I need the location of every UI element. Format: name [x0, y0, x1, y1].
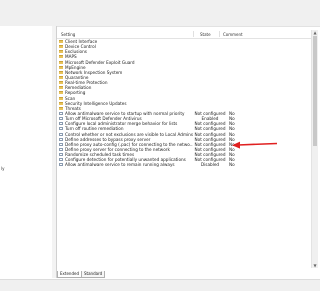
- navigation-tree-pane[interactable]: ly: [0, 26, 53, 278]
- policy-setting-icon: [59, 117, 63, 121]
- column-header-comment[interactable]: Comment: [223, 32, 243, 37]
- column-separator[interactable]: [193, 31, 194, 37]
- view-tabs: Extended Standard: [57, 271, 106, 278]
- scroll-up-icon[interactable]: ▲: [313, 30, 317, 35]
- policy-row[interactable]: Allow antimalware service to remain runn…: [57, 162, 311, 167]
- policy-setting-icon: [59, 111, 63, 115]
- scroll-down-icon[interactable]: ▼: [313, 263, 317, 268]
- policy-setting-icon: [59, 137, 63, 141]
- policy-setting-icon: [59, 142, 63, 146]
- column-header-setting[interactable]: Setting: [61, 32, 75, 37]
- folder-icon: [59, 65, 63, 69]
- folder-icon: [59, 50, 63, 54]
- status-bar: [0, 279, 320, 291]
- column-header-state[interactable]: State: [200, 32, 211, 37]
- setting-state: Disabled: [200, 162, 220, 168]
- policy-setting-icon: [59, 153, 63, 157]
- folder-icon: [59, 55, 63, 59]
- folder-icon: [59, 96, 63, 100]
- folder-icon: [59, 45, 63, 49]
- arrow-head: [232, 141, 240, 149]
- policy-setting-icon: [59, 158, 63, 162]
- arrow-shaft: [237, 142, 278, 146]
- folder-icon: [59, 70, 63, 74]
- policy-setting-icon: [59, 127, 63, 131]
- group-policy-editor-window: ly Setting State Comment Client Interfac…: [0, 0, 320, 291]
- folder-icon: [59, 60, 63, 64]
- policy-setting-icon: [59, 147, 63, 151]
- scrollbar-thumb[interactable]: [313, 36, 317, 146]
- setting-comment: No: [229, 162, 235, 168]
- tab-extended[interactable]: Extended: [57, 271, 82, 278]
- folder-icon: [59, 106, 63, 110]
- policy-setting-icon: [59, 122, 63, 126]
- policy-setting-icon: [59, 132, 63, 136]
- tab-standard[interactable]: Standard: [81, 271, 106, 278]
- folder-icon: [59, 40, 63, 43]
- vertical-scrollbar[interactable]: ▲ ▼: [311, 30, 318, 268]
- list-header: Setting State Comment: [57, 30, 311, 39]
- red-arrow-annotation-icon: [232, 141, 278, 149]
- policy-setting-icon: [59, 163, 63, 167]
- folder-icon: [59, 81, 63, 85]
- folder-icon: [59, 91, 63, 95]
- folder-icon: [59, 75, 63, 79]
- column-separator[interactable]: [219, 31, 220, 37]
- toolbar-area: [0, 0, 320, 27]
- setting-name: Allow antimalware service to remain runn…: [65, 162, 175, 168]
- folder-icon: [59, 86, 63, 90]
- tree-item-fragment[interactable]: ly: [1, 166, 4, 171]
- folder-icon: [59, 101, 63, 105]
